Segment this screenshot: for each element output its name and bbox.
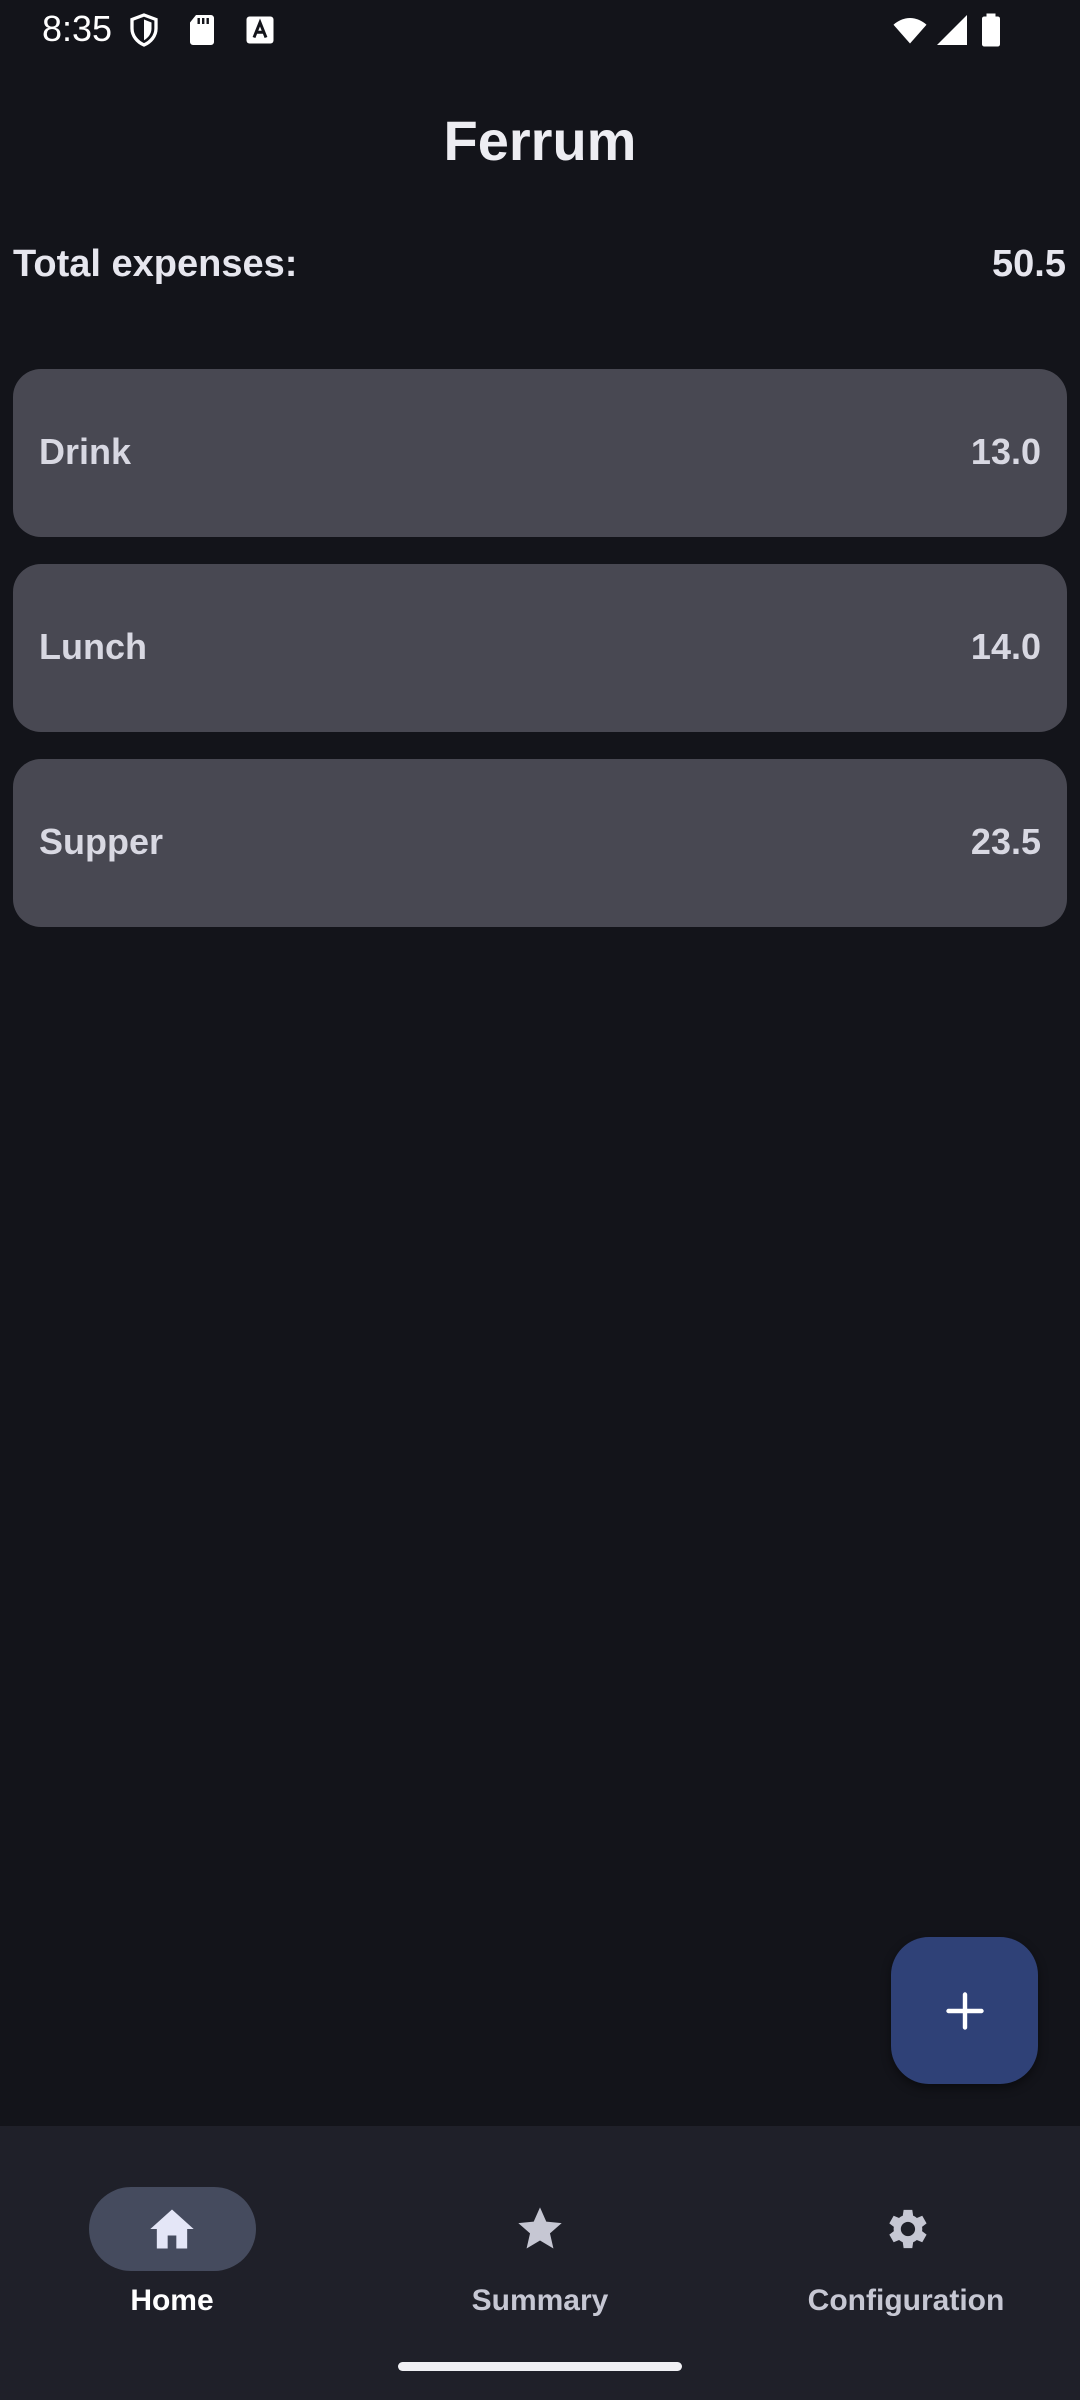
expense-amount: 14.0: [970, 626, 1041, 667]
sd-card-icon: [190, 15, 214, 45]
expense-name: Drink: [39, 431, 132, 472]
font-a-icon: [246, 16, 274, 44]
expense-name: Lunch: [39, 626, 147, 667]
nav-label-home: Home: [130, 2284, 214, 2317]
page-title: Ferrum: [443, 109, 637, 172]
nav-item-configuration[interactable]: Configuration: [720, 2156, 1080, 2317]
total-expenses-label: Total expenses:: [13, 243, 298, 285]
shield-icon: [130, 13, 158, 47]
screen: 8:35 Ferrum Total expenses: 50.5 Drink 1…: [0, 0, 1080, 2400]
star-icon: [518, 2207, 562, 2249]
expense-amount: 23.5: [970, 821, 1041, 862]
gear-icon: [889, 2209, 927, 2249]
plus-icon: [945, 1991, 984, 2030]
expense-list: Drink 13.0 Lunch 14.0 Supper 23.5: [13, 369, 1067, 954]
wifi-icon: [893, 18, 927, 44]
nav-item-summary[interactable]: Summary: [360, 2156, 720, 2317]
status-bar: 8:35: [0, 0, 1080, 62]
total-expenses-value: 50.5: [992, 243, 1066, 285]
home-icon: [150, 2209, 194, 2249]
expense-item-drink[interactable]: Drink 13.0: [13, 369, 1067, 537]
nav-label-configuration: Configuration: [807, 2284, 1005, 2317]
status-time: 8:35: [42, 8, 113, 49]
expense-item-lunch[interactable]: Lunch 14.0: [13, 564, 1067, 732]
cellular-signal-icon: [937, 15, 967, 45]
expense-item-supper[interactable]: Supper 23.5: [13, 759, 1067, 927]
expense-name: Supper: [39, 821, 164, 862]
nav-label-summary: Summary: [471, 2284, 609, 2317]
nav-item-home[interactable]: Home: [0, 2156, 360, 2317]
add-expense-button[interactable]: [891, 1937, 1038, 2084]
home-gesture-bar[interactable]: [398, 2362, 682, 2371]
battery-icon: [982, 13, 1000, 47]
bottom-navigation: Home Summary Configuration: [0, 2126, 1080, 2400]
expense-amount: 13.0: [970, 431, 1041, 472]
